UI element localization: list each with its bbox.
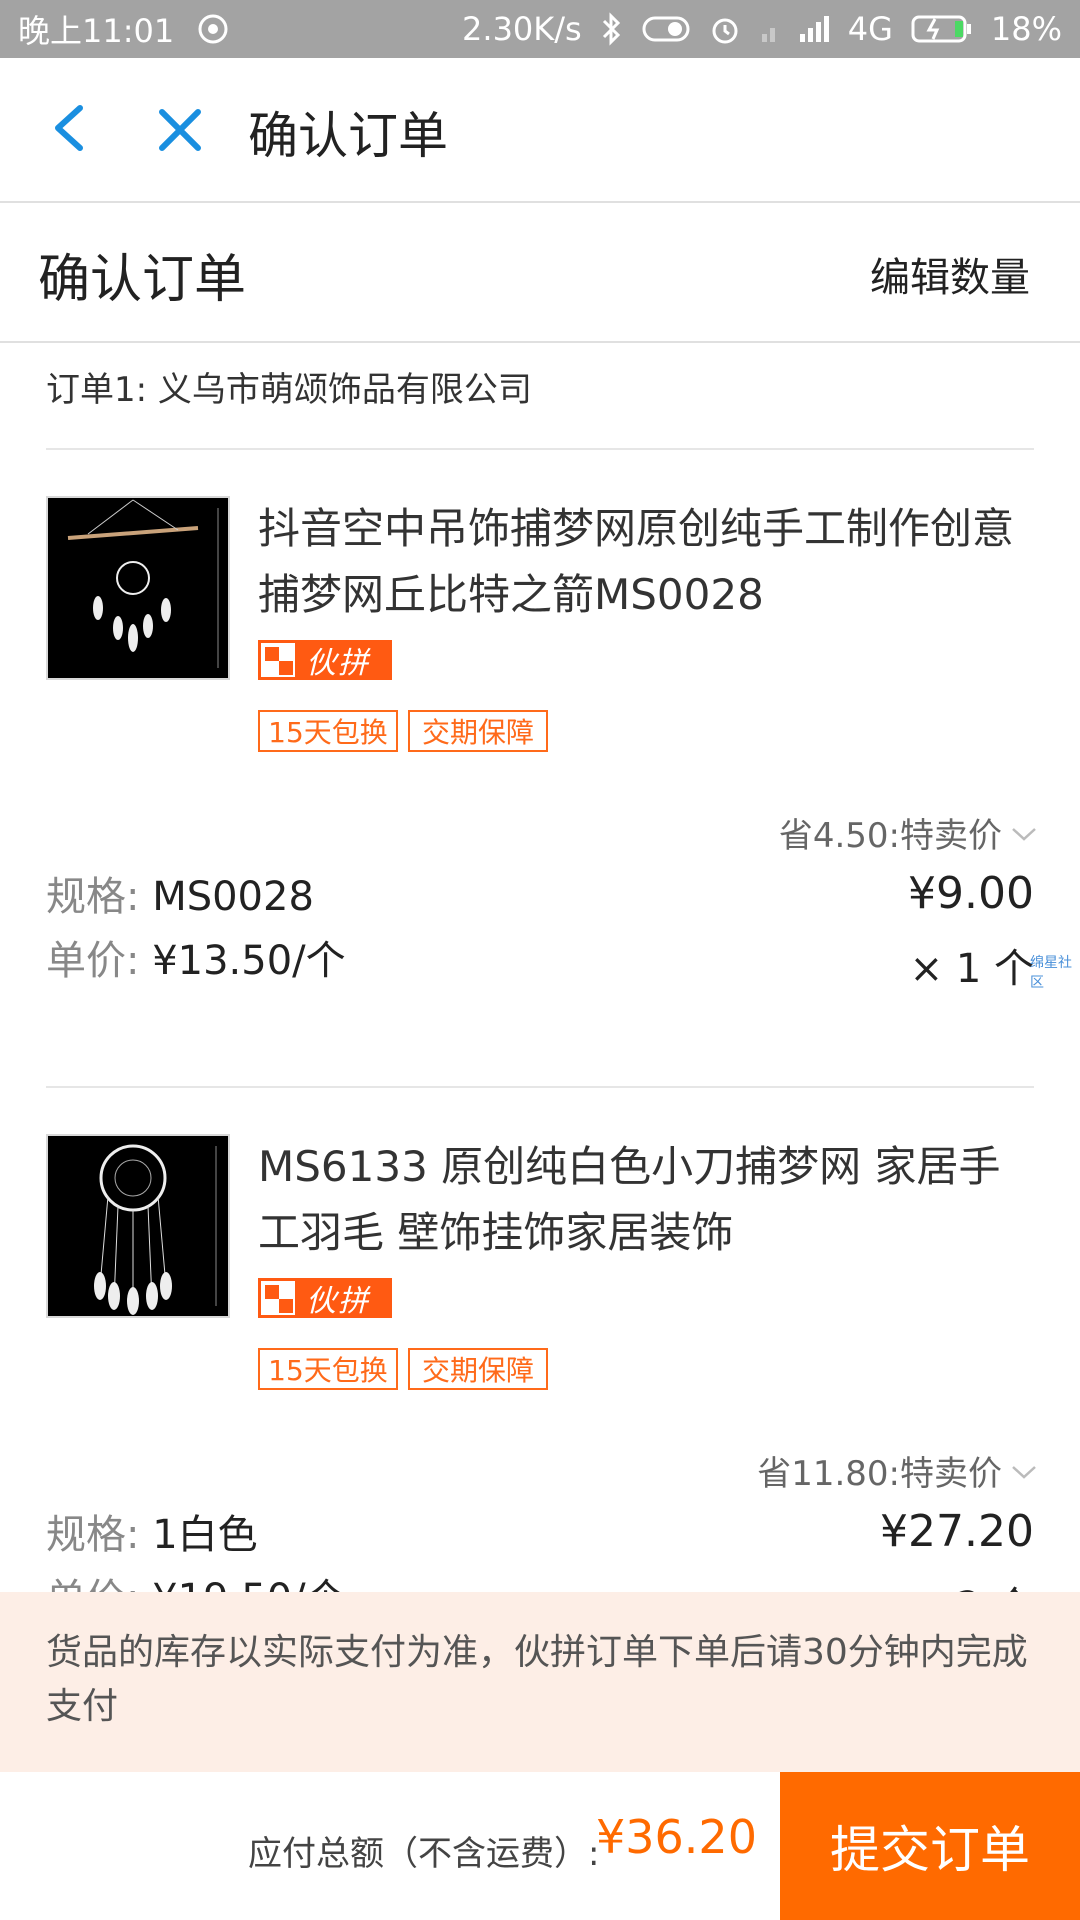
- tag-delivery-guarantee: 交期保障: [408, 710, 548, 752]
- unit-price-row: 单价: ¥13.50/个: [46, 938, 346, 984]
- product-image[interactable]: [46, 496, 230, 680]
- tag-delivery-guarantee: 交期保障: [408, 1348, 548, 1390]
- product-title[interactable]: 抖音空中吊饰捕梦网原创纯手工制作创意捕梦网丘比特之箭MS0028: [258, 496, 1038, 628]
- app-notification-icon: [196, 12, 230, 46]
- checkout-footer: 应付总额（不含运费）: ¥36.20 提交订单: [0, 1772, 1080, 1920]
- status-battery: 18%: [990, 10, 1062, 48]
- product-title[interactable]: MS6133 原创纯白色小刀捕梦网 家居手工羽毛 壁饰挂饰家居装饰: [258, 1134, 1038, 1266]
- huopin-logo-icon: [258, 640, 298, 680]
- divider: [46, 448, 1034, 450]
- alarm-icon: [708, 12, 742, 46]
- huopin-logo-icon: [258, 1278, 298, 1318]
- submit-order-button[interactable]: 提交订单: [780, 1772, 1080, 1920]
- page-title: 确认订单: [38, 250, 247, 310]
- nav-bar: 确认订单: [0, 58, 1080, 203]
- edit-quantity-button[interactable]: 编辑数量: [870, 245, 1030, 303]
- discount-label: 省11.80:特卖价: [757, 1454, 1002, 1494]
- total-amount: ¥36.20: [596, 1810, 757, 1864]
- divider: [46, 1086, 1034, 1088]
- status-time: 晚上11:01: [18, 12, 175, 50]
- item-price: ¥9.00: [908, 868, 1034, 919]
- toggle-icon: [642, 14, 690, 44]
- total-label: 应付总额（不含运费）:: [248, 1834, 600, 1874]
- chevron-down-icon: [1010, 813, 1038, 853]
- discount-label: 省4.50:特卖价: [778, 816, 1002, 856]
- status-net-speed: 2.30K/s: [462, 10, 582, 48]
- page-header: 确认订单 编辑数量: [0, 203, 1080, 343]
- huopin-badge: 伙拼: [258, 1278, 392, 1319]
- product-image[interactable]: [46, 1134, 230, 1318]
- item-price: ¥27.20: [880, 1506, 1034, 1557]
- order-item: 抖音空中吊饰捕梦网原创纯手工制作创意捕梦网丘比特之箭MS0028 伙拼 15天包…: [0, 496, 1080, 1056]
- signal-icon: [760, 14, 830, 44]
- item-quantity: × 1 个: [909, 946, 1034, 992]
- tag-15-day-exchange: 15天包换: [258, 710, 398, 752]
- item-quantity: × 2 个: [910, 1574, 1034, 1594]
- order-seller-label: 订单1: 义乌市萌颂饰品有限公司: [46, 370, 532, 410]
- chevron-down-icon: [1010, 1451, 1038, 1491]
- spec-row: 规格: MS0028: [46, 874, 314, 920]
- bluetooth-icon: [600, 12, 624, 46]
- status-network: 4G: [847, 10, 893, 48]
- close-icon[interactable]: [150, 100, 210, 160]
- status-bar: 晚上11:01 2.30K/s 4G 18%: [0, 0, 1080, 58]
- order-item: MS6133 原创纯白色小刀捕梦网 家居手工羽毛 壁饰挂饰家居装饰 伙拼 15天…: [0, 1134, 1080, 1594]
- watermark: 绵星社区: [1030, 955, 1072, 991]
- huopin-badge: 伙拼: [258, 640, 392, 681]
- stock-notice: 货品的库存以实际支付为准，伙拼订单下单后请30分钟内完成支付: [0, 1592, 1080, 1772]
- tag-15-day-exchange: 15天包换: [258, 1348, 398, 1390]
- spec-row: 规格: 1白色: [46, 1512, 258, 1558]
- battery-icon: [911, 13, 973, 45]
- back-arrow-icon[interactable]: [40, 98, 100, 158]
- discount-dropdown[interactable]: 省4.50:特卖价: [779, 808, 1038, 857]
- discount-dropdown[interactable]: 省11.80:特卖价: [757, 1446, 1038, 1495]
- nav-title: 确认订单: [248, 107, 448, 165]
- unit-price-row: 单价: ¥19.50/个: [46, 1566, 346, 1594]
